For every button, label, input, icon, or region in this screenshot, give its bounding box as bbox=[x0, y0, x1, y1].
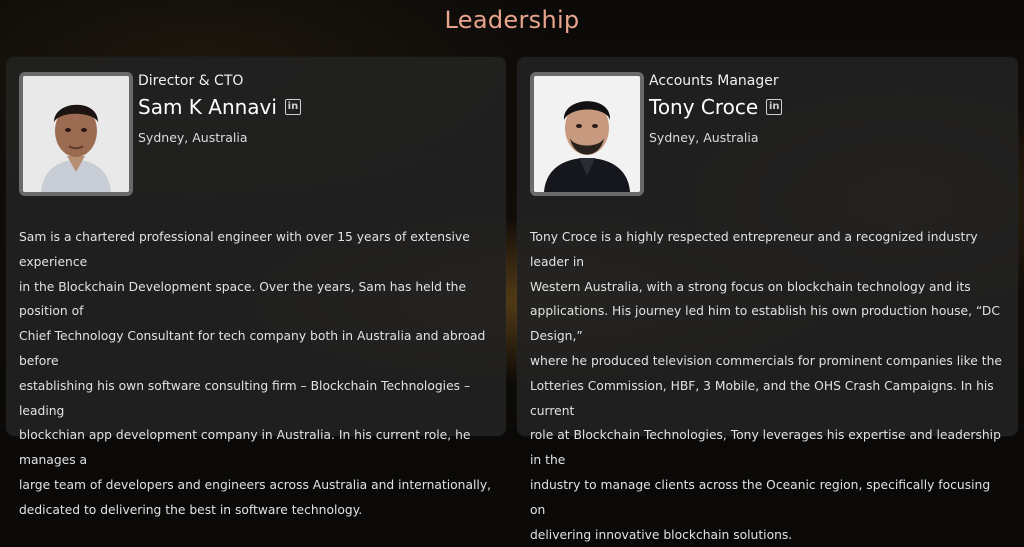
avatar bbox=[19, 72, 133, 196]
bio-line: Western Australia, with a strong focus o… bbox=[530, 279, 971, 294]
bio-line: Lotteries Commission, HBF, 3 Mobile, and… bbox=[530, 378, 994, 418]
linkedin-icon[interactable]: in bbox=[766, 99, 783, 115]
avatar bbox=[530, 72, 644, 196]
bio-line: Tony Croce is a highly respected entrepr… bbox=[530, 230, 978, 269]
bio-line: role at Blockchain Technologies, Tony le… bbox=[530, 428, 1001, 468]
bio-line: delivering innovative blockchain solutio… bbox=[530, 527, 793, 542]
bio-line: applications. His journey led him to est… bbox=[530, 304, 1000, 344]
bio-line: establishing his own software consulting… bbox=[19, 378, 471, 418]
leader-card-sam: Director & CTO Sam K Annavi in Sydney, A… bbox=[6, 57, 506, 517]
bio-line: where he produced television commercials… bbox=[530, 353, 1002, 368]
section-title: Leadership bbox=[444, 6, 580, 34]
bio-line: dedicated to delivering the best in soft… bbox=[19, 502, 363, 517]
bio-line: large team of developers and engineers a… bbox=[19, 477, 492, 492]
name-row: Sam K Annavi in bbox=[138, 95, 301, 119]
bio-line: blockchian app development company in Au… bbox=[19, 428, 471, 468]
person-role: Accounts Manager bbox=[649, 73, 779, 89]
person-role: Director & CTO bbox=[138, 73, 244, 89]
bio-line: Chief Technology Consultant for tech com… bbox=[19, 329, 486, 368]
linkedin-icon[interactable]: in bbox=[284, 99, 301, 115]
bio-line: Sam is a chartered professional engineer… bbox=[19, 230, 470, 269]
person-location: Sydney, Australia bbox=[649, 130, 759, 145]
person-bio: Tony Croce is a highly respected entrepr… bbox=[530, 225, 1008, 547]
person-name: Tony Croce bbox=[649, 95, 759, 119]
person-bio: Sam is a chartered professional engineer… bbox=[19, 225, 496, 523]
person-name: Sam K Annavi bbox=[138, 95, 277, 119]
name-row: Tony Croce in bbox=[649, 95, 783, 119]
bio-line: industry to manage clients across the Oc… bbox=[530, 477, 991, 517]
person-location: Sydney, Australia bbox=[138, 130, 248, 145]
leader-card-tony: Accounts Manager Tony Croce in Sydney, A… bbox=[517, 57, 1018, 542]
bio-line: in the Blockchain Development space. Ove… bbox=[19, 279, 467, 319]
